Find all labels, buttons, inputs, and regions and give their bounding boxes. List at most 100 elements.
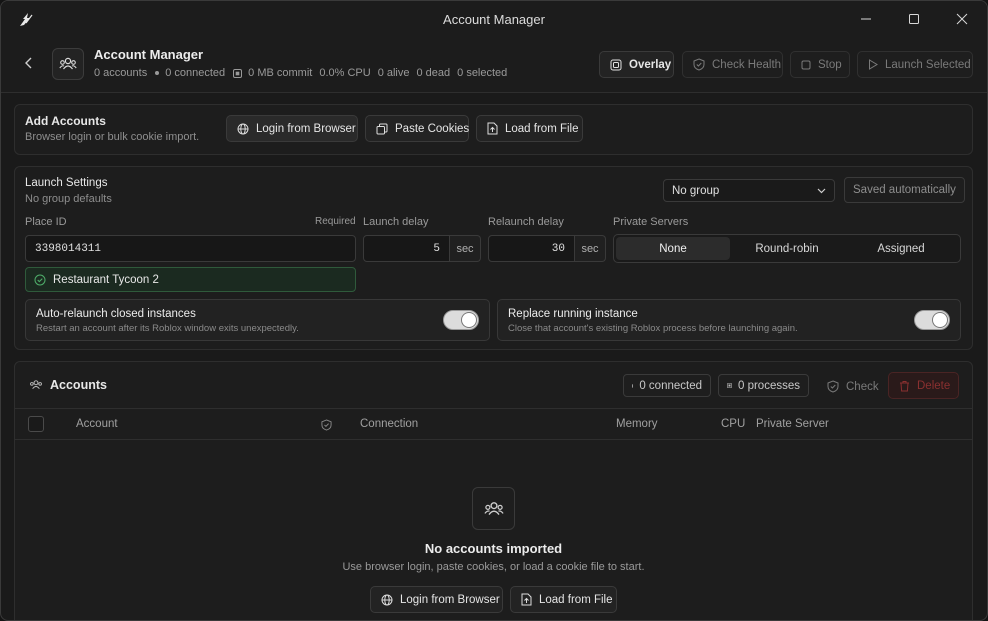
delete-label: Delete — [917, 379, 951, 392]
select-all-checkbox[interactable] — [28, 416, 44, 432]
maximize-button[interactable] — [891, 1, 937, 37]
resolved-game-badge: Restaurant Tycoon 2 — [25, 267, 356, 292]
connected-pill-label: 0 connected — [639, 379, 702, 392]
column-account[interactable]: Account — [76, 418, 118, 430]
launch-selected-button[interactable]: Launch Selected — [857, 51, 973, 78]
overlay-label: Overlay — [629, 58, 672, 71]
auto-relaunch-card: Auto-relaunch closed instances Restart a… — [25, 299, 490, 341]
column-memory[interactable]: Memory — [616, 418, 658, 430]
launch-settings-title: Launch Settings — [25, 177, 108, 189]
file-upload-icon — [487, 122, 498, 135]
resolved-game-name: Restaurant Tycoon 2 — [53, 273, 159, 286]
page-title: Account Manager — [94, 47, 204, 62]
empty-load-file-button[interactable]: Load from File — [510, 586, 617, 613]
empty-load-file-label: Load from File — [539, 593, 613, 606]
check-circle-icon — [34, 274, 46, 285]
check-health-button[interactable]: Check Health — [682, 51, 783, 78]
private-servers-option-none[interactable]: None — [616, 237, 730, 260]
stop-label: Stop — [818, 58, 842, 71]
maximize-icon — [909, 14, 919, 24]
login-browser-button[interactable]: Login from Browser — [226, 115, 358, 142]
empty-state-subtitle: Use browser login, paste cookies, or loa… — [342, 561, 645, 573]
add-accounts-subtitle: Browser login or bulk cookie import. — [25, 131, 200, 143]
connected-pill: 0 connected — [623, 374, 711, 397]
users-icon — [483, 501, 504, 515]
private-servers-label: Private Servers — [613, 216, 689, 228]
private-servers-option-round-robin[interactable]: Round-robin — [730, 237, 844, 260]
stat-cpu: 0.0% CPU — [319, 67, 371, 79]
stat-selected: 0 selected — [457, 67, 508, 79]
clipboard-icon — [376, 123, 388, 134]
stat-accounts: 0 accounts — [94, 67, 148, 79]
back-button[interactable] — [19, 53, 39, 73]
stat-commit: 0 MB commit — [248, 67, 313, 79]
relaunch-delay-input[interactable]: 30 — [488, 235, 575, 262]
replace-running-title: Replace running instance — [508, 308, 638, 320]
check-button[interactable]: Check — [816, 373, 882, 400]
accounts-table-header: Account Connection Memory CPU Private Se… — [15, 408, 972, 440]
paste-cookies-label: Paste Cookies — [395, 122, 470, 135]
launch-delay-label: Launch delay — [363, 216, 429, 228]
paste-cookies-button[interactable]: Paste Cookies — [365, 115, 469, 142]
relaunch-delay-unit: sec — [575, 235, 606, 262]
dot-icon — [632, 383, 634, 388]
launch-delay-unit: sec — [450, 235, 481, 262]
column-cpu[interactable]: CPU — [721, 418, 745, 430]
shield-check-icon — [827, 380, 839, 393]
chevron-left-icon — [25, 57, 32, 69]
load-file-button[interactable]: Load from File — [476, 115, 583, 142]
app-window: Account Manager Account Manager 0 accoun… — [0, 0, 988, 621]
shield-check-icon — [321, 419, 332, 431]
column-connection[interactable]: Connection — [360, 418, 418, 430]
page-header: Account Manager 0 accounts 0 connected 0… — [1, 37, 987, 93]
file-upload-icon — [521, 593, 532, 606]
replace-running-subtitle: Close that account's existing Roblox pro… — [508, 323, 798, 334]
empty-state-title: No accounts imported — [424, 541, 563, 556]
shield-check-icon — [693, 58, 705, 71]
minimize-button[interactable] — [843, 1, 889, 37]
header-stats: 0 accounts 0 connected 0 MB commit 0.0% … — [94, 67, 507, 79]
group-select[interactable]: No group — [663, 179, 835, 202]
stat-alive: 0 alive — [377, 67, 410, 79]
saved-automatically-badge: Saved automatically — [844, 177, 965, 203]
globe-icon — [381, 594, 393, 605]
window-title: Account Manager — [443, 11, 545, 27]
place-id-input[interactable]: 3398014311 — [25, 235, 356, 262]
add-accounts-panel: Add Accounts Browser login or bulk cooki… — [14, 104, 973, 155]
place-id-label: Place ID — [25, 216, 67, 228]
auto-relaunch-toggle[interactable] — [443, 310, 479, 330]
replace-running-toggle[interactable] — [914, 310, 950, 330]
overlay-button[interactable]: Overlay — [599, 51, 674, 78]
empty-login-browser-button[interactable]: Login from Browser — [370, 586, 503, 613]
app-logo-icon — [20, 13, 33, 26]
accounts-app-icon — [52, 48, 84, 80]
processes-pill-label: 0 processes — [737, 379, 800, 392]
users-icon — [30, 380, 42, 390]
login-browser-label: Login from Browser — [256, 122, 356, 135]
title-bar[interactable]: Account Manager — [1, 1, 987, 37]
column-private-server[interactable]: Private Server — [756, 418, 829, 430]
accounts-panel: Accounts 0 connected 0 processes Check D… — [14, 361, 973, 620]
close-button[interactable] — [939, 1, 985, 37]
required-label: Required — [315, 216, 356, 227]
chevron-down-icon — [817, 188, 826, 193]
load-file-label: Load from File — [505, 122, 579, 135]
saved-automatically-label: Saved automatically — [853, 184, 956, 196]
launch-settings-panel: Launch Settings No group defaults No gro… — [14, 166, 973, 350]
empty-login-browser-label: Login from Browser — [400, 593, 500, 606]
add-accounts-title: Add Accounts — [25, 114, 106, 128]
trash-icon — [900, 380, 909, 391]
stat-dead: 0 dead — [416, 67, 451, 79]
chip-icon — [233, 68, 243, 78]
accounts-title: Accounts — [50, 378, 107, 392]
stat-connected: 0 connected — [165, 67, 226, 79]
dot-icon — [155, 71, 160, 75]
launch-settings-subtitle: No group defaults — [25, 193, 112, 205]
launch-selected-label: Launch Selected — [885, 58, 971, 71]
group-select-value: No group — [672, 184, 720, 197]
stop-button[interactable]: Stop — [790, 51, 850, 78]
launch-delay-input[interactable]: 5 — [363, 235, 450, 262]
private-servers-option-assigned[interactable]: Assigned — [844, 237, 958, 260]
minimize-icon — [861, 18, 871, 20]
delete-button[interactable]: Delete — [888, 372, 959, 399]
